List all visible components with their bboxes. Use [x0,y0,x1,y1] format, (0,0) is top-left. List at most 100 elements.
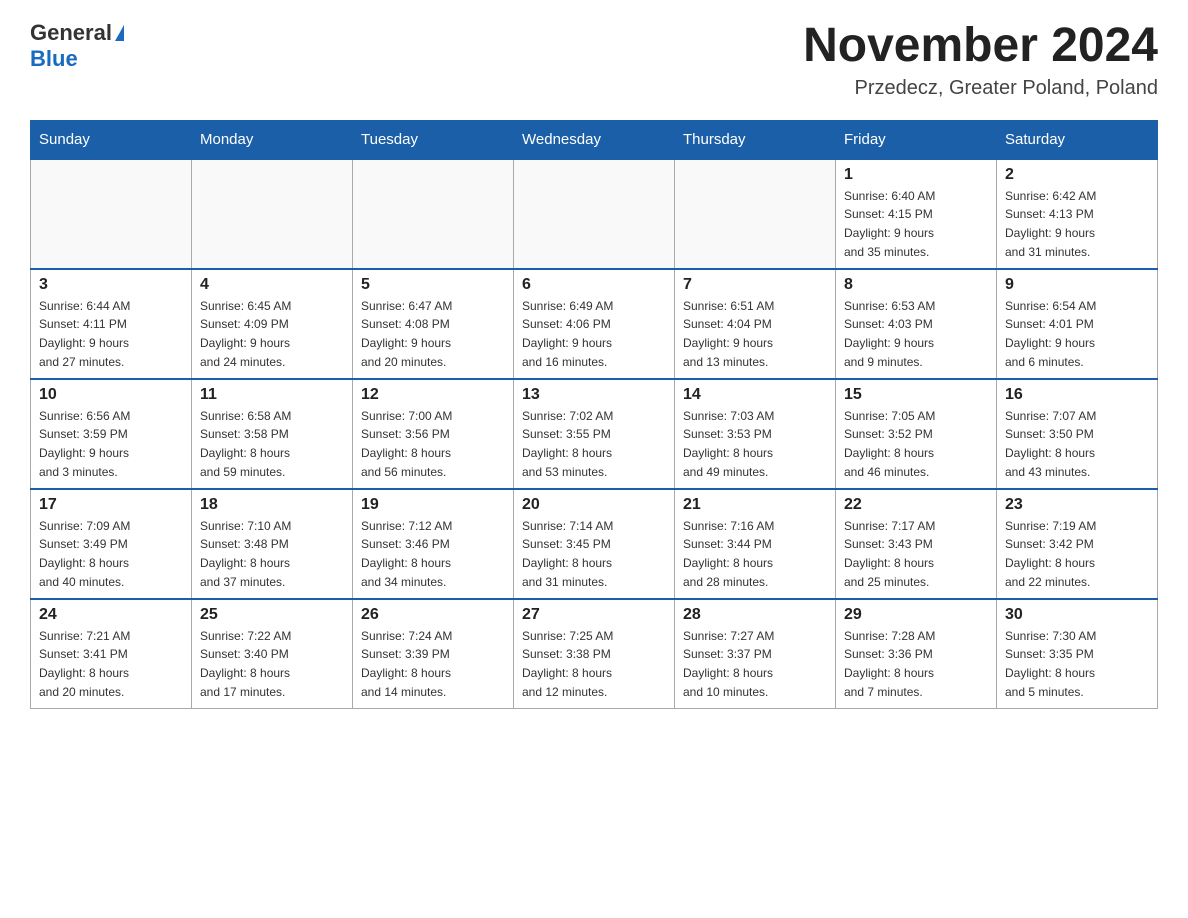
calendar-cell: 24 Sunrise: 7:21 AM Sunset: 3:41 PM Dayli… [31,599,192,709]
day-number: 18 [200,496,344,514]
day-number: 17 [39,496,183,514]
weekday-header-saturday: Saturday [997,120,1158,159]
day-number: 3 [39,276,183,294]
calendar-cell: 13 Sunrise: 7:02 AM Sunset: 3:55 PM Dayli… [514,379,675,489]
day-info: Sunrise: 7:17 AM Sunset: 3:43 PM Dayligh… [844,517,988,591]
calendar-cell: 26 Sunrise: 7:24 AM Sunset: 3:39 PM Dayli… [353,599,514,709]
day-info: Sunrise: 7:19 AM Sunset: 3:42 PM Dayligh… [1005,517,1149,591]
calendar-cell [192,159,353,269]
day-number: 2 [1005,166,1149,184]
calendar-cell [514,159,675,269]
calendar-cell: 8Sunrise: 6:53 AM Sunset: 4:03 PM Daylig… [836,269,997,379]
calendar-cell: 20Sunrise: 7:14 AM Sunset: 3:45 PM Dayli… [514,489,675,599]
logo: General Blue [30,20,124,72]
calendar-cell: 17Sunrise: 7:09 AM Sunset: 3:49 PM Dayli… [31,489,192,599]
calendar-cell: 6 Sunrise: 6:49 AM Sunset: 4:06 PM Daylig… [514,269,675,379]
day-number: 9 [1005,276,1149,294]
day-info: Sunrise: 6:56 AM Sunset: 3:59 PM Dayligh… [39,407,183,481]
day-info: Sunrise: 6:54 AM Sunset: 4:01 PM Dayligh… [1005,297,1149,371]
day-info: Sunrise: 6:40 AM Sunset: 4:15 PM Dayligh… [844,187,988,261]
calendar-cell: 16 Sunrise: 7:07 AM Sunset: 3:50 PM Dayli… [997,379,1158,489]
title-section: November 2024 Przedecz, Greater Poland, … [803,20,1158,100]
weekday-header-tuesday: Tuesday [353,120,514,159]
calendar-week-4: 17Sunrise: 7:09 AM Sunset: 3:49 PM Dayli… [31,489,1158,599]
month-title: November 2024 [803,20,1158,73]
day-info: Sunrise: 7:28 AM Sunset: 3:36 PM Dayligh… [844,627,988,701]
logo-triangle-icon [115,25,124,41]
calendar-cell: 25 Sunrise: 7:22 AM Sunset: 3:40 PM Dayli… [192,599,353,709]
day-number: 6 [522,276,666,294]
day-number: 28 [683,606,827,624]
day-info: Sunrise: 7:00 AM Sunset: 3:56 PM Dayligh… [361,407,505,481]
day-info: Sunrise: 6:51 AM Sunset: 4:04 PM Dayligh… [683,297,827,371]
day-number: 8 [844,276,988,294]
logo-blue-text: Blue [30,46,78,71]
calendar-cell [675,159,836,269]
day-number: 29 [844,606,988,624]
calendar-cell [31,159,192,269]
weekday-header-monday: Monday [192,120,353,159]
calendar-cell: 29 Sunrise: 7:28 AM Sunset: 3:36 PM Dayli… [836,599,997,709]
calendar-week-5: 24 Sunrise: 7:21 AM Sunset: 3:41 PM Dayli… [31,599,1158,709]
day-info: Sunrise: 7:07 AM Sunset: 3:50 PM Dayligh… [1005,407,1149,481]
weekday-header-row: SundayMondayTuesdayWednesdayThursdayFrid… [31,120,1158,159]
day-info: Sunrise: 7:10 AM Sunset: 3:48 PM Dayligh… [200,517,344,591]
day-info: Sunrise: 6:44 AM Sunset: 4:11 PM Dayligh… [39,297,183,371]
day-number: 24 [39,606,183,624]
day-number: 4 [200,276,344,294]
day-info: Sunrise: 7:05 AM Sunset: 3:52 PM Dayligh… [844,407,988,481]
calendar-cell: 15 Sunrise: 7:05 AM Sunset: 3:52 PM Dayli… [836,379,997,489]
calendar-cell: 14Sunrise: 7:03 AM Sunset: 3:53 PM Dayli… [675,379,836,489]
day-info: Sunrise: 7:24 AM Sunset: 3:39 PM Dayligh… [361,627,505,701]
day-info: Sunrise: 7:02 AM Sunset: 3:55 PM Dayligh… [522,407,666,481]
calendar-cell: 28 Sunrise: 7:27 AM Sunset: 3:37 PM Dayli… [675,599,836,709]
day-number: 16 [1005,386,1149,404]
calendar-cell: 9 Sunrise: 6:54 AM Sunset: 4:01 PM Daylig… [997,269,1158,379]
calendar-cell: 21 Sunrise: 7:16 AM Sunset: 3:44 PM Dayli… [675,489,836,599]
calendar-cell: 4Sunrise: 6:45 AM Sunset: 4:09 PM Daylig… [192,269,353,379]
day-info: Sunrise: 7:21 AM Sunset: 3:41 PM Dayligh… [39,627,183,701]
day-info: Sunrise: 7:22 AM Sunset: 3:40 PM Dayligh… [200,627,344,701]
calendar-cell: 5 Sunrise: 6:47 AM Sunset: 4:08 PM Daylig… [353,269,514,379]
day-info: Sunrise: 7:30 AM Sunset: 3:35 PM Dayligh… [1005,627,1149,701]
day-number: 30 [1005,606,1149,624]
page-header: General Blue November 2024 Przedecz, Gre… [30,20,1158,100]
calendar-week-3: 10 Sunrise: 6:56 AM Sunset: 3:59 PM Dayli… [31,379,1158,489]
calendar-cell: 2Sunrise: 6:42 AM Sunset: 4:13 PM Daylig… [997,159,1158,269]
calendar-cell: 12 Sunrise: 7:00 AM Sunset: 3:56 PM Dayli… [353,379,514,489]
day-number: 11 [200,386,344,404]
calendar-table: SundayMondayTuesdayWednesdayThursdayFrid… [30,120,1158,710]
day-number: 23 [1005,496,1149,514]
calendar-cell: 22 Sunrise: 7:17 AM Sunset: 3:43 PM Dayli… [836,489,997,599]
weekday-header-wednesday: Wednesday [514,120,675,159]
calendar-cell: 7Sunrise: 6:51 AM Sunset: 4:04 PM Daylig… [675,269,836,379]
day-info: Sunrise: 7:16 AM Sunset: 3:44 PM Dayligh… [683,517,827,591]
day-number: 10 [39,386,183,404]
calendar-cell: 11Sunrise: 6:58 AM Sunset: 3:58 PM Dayli… [192,379,353,489]
day-number: 22 [844,496,988,514]
calendar-cell: 19 Sunrise: 7:12 AM Sunset: 3:46 PM Dayli… [353,489,514,599]
weekday-header-friday: Friday [836,120,997,159]
day-number: 15 [844,386,988,404]
day-number: 14 [683,386,827,404]
calendar-cell: 18 Sunrise: 7:10 AM Sunset: 3:48 PM Dayli… [192,489,353,599]
day-info: Sunrise: 6:47 AM Sunset: 4:08 PM Dayligh… [361,297,505,371]
day-number: 1 [844,166,988,184]
calendar-cell: 30 Sunrise: 7:30 AM Sunset: 3:35 PM Dayli… [997,599,1158,709]
day-number: 27 [522,606,666,624]
day-number: 26 [361,606,505,624]
day-number: 13 [522,386,666,404]
day-info: Sunrise: 7:12 AM Sunset: 3:46 PM Dayligh… [361,517,505,591]
day-number: 20 [522,496,666,514]
day-info: Sunrise: 7:27 AM Sunset: 3:37 PM Dayligh… [683,627,827,701]
day-number: 19 [361,496,505,514]
calendar-cell [353,159,514,269]
calendar-cell: 23 Sunrise: 7:19 AM Sunset: 3:42 PM Dayli… [997,489,1158,599]
calendar-week-2: 3 Sunrise: 6:44 AM Sunset: 4:11 PM Daylig… [31,269,1158,379]
day-number: 5 [361,276,505,294]
day-number: 25 [200,606,344,624]
day-number: 21 [683,496,827,514]
day-info: Sunrise: 6:49 AM Sunset: 4:06 PM Dayligh… [522,297,666,371]
day-number: 12 [361,386,505,404]
calendar-cell: 1 Sunrise: 6:40 AM Sunset: 4:15 PM Daylig… [836,159,997,269]
